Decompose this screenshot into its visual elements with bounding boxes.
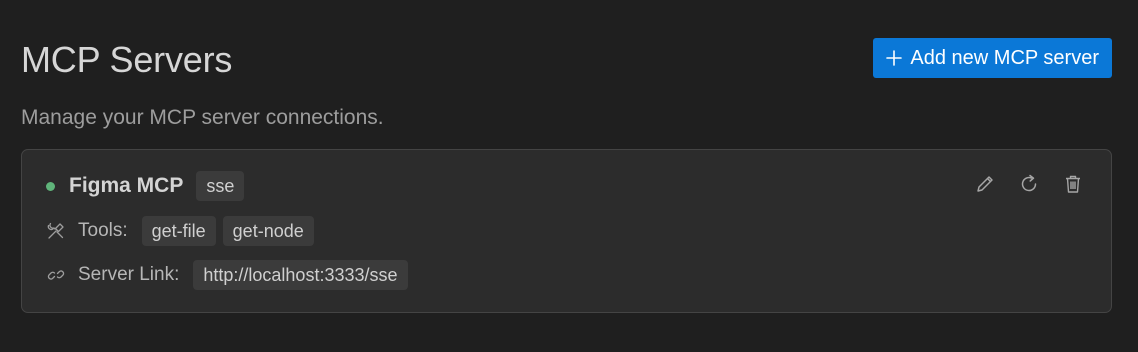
server-name: Figma MCP [69, 174, 184, 197]
delete-server-button[interactable] [1061, 172, 1085, 198]
server-title-row: Figma MCP sse [46, 171, 245, 201]
status-dot [46, 181, 55, 191]
tools-icon [46, 221, 66, 241]
server-link-value[interactable]: http://localhost:3333/sse [193, 260, 408, 290]
server-link-row: Server Link: http://localhost:3333/sse [46, 260, 408, 290]
refresh-icon [1018, 173, 1040, 198]
tool-chip: get-node [222, 216, 314, 246]
server-actions [973, 172, 1085, 198]
link-icon [46, 265, 66, 285]
edit-icon [974, 173, 996, 198]
page-subtitle: Manage your MCP server connections. [21, 106, 384, 129]
tool-chip: get-file [141, 216, 216, 246]
server-link-label: Server Link: [78, 264, 180, 285]
refresh-server-button[interactable] [1017, 172, 1041, 198]
page-title: MCP Servers [21, 39, 233, 80]
trash-icon [1062, 173, 1084, 198]
transport-badge: sse [196, 171, 245, 201]
mcp-servers-page: MCP Servers Add new MCP server Manage yo… [0, 0, 1138, 352]
add-mcp-server-label: Add new MCP server [910, 46, 1099, 69]
plus-icon [886, 50, 903, 66]
edit-server-button[interactable] [973, 172, 997, 198]
tools-label: Tools: [78, 220, 128, 241]
header: MCP Servers Add new MCP server [21, 36, 1112, 80]
add-mcp-server-button[interactable]: Add new MCP server [873, 38, 1112, 78]
tools-row: Tools: get-file get-node [46, 216, 314, 246]
server-card: Figma MCP sse Tools: get-file get-node S… [21, 149, 1112, 313]
